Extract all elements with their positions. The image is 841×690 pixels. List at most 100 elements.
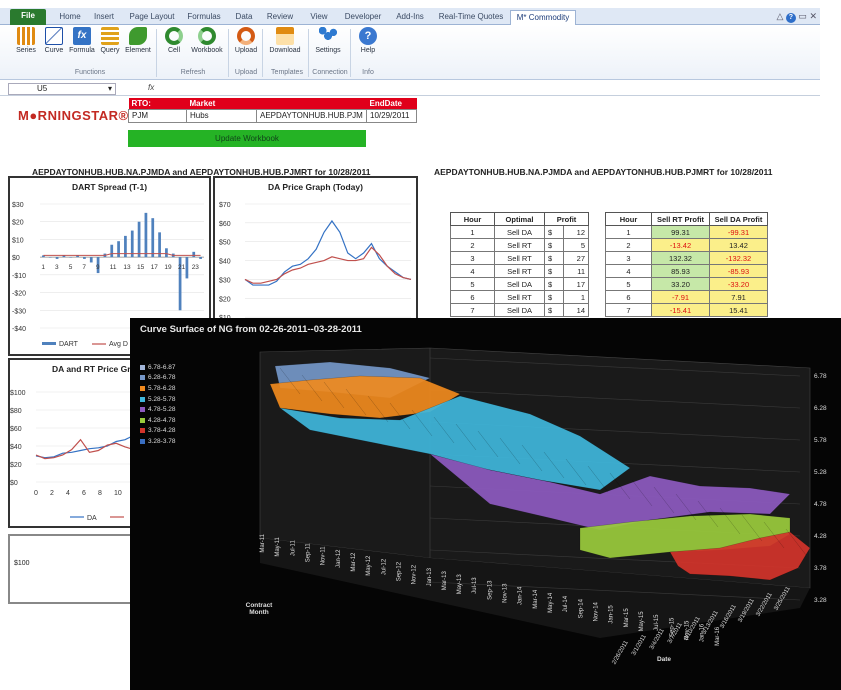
table-cell[interactable]: $ [544,290,564,304]
table-row: 5 Sell DA $17 [450,277,590,291]
table-cell[interactable]: $ [544,264,564,278]
table-cell[interactable]: -15.41 [651,303,710,317]
tab-file[interactable]: File [10,9,46,25]
tab-add-ins[interactable]: Add-Ins [392,10,428,25]
table-cell[interactable]: 7 [450,303,495,317]
tab-review[interactable]: Review [264,10,296,25]
close-icon[interactable]: ✕ [809,11,817,21]
tab-real-time-quotes[interactable]: Real-Time Quotes [436,10,506,25]
table-cell[interactable]: 4 [605,264,652,278]
table-cell[interactable]: Sell RT [494,290,545,304]
table-cell[interactable]: 15.41 [709,303,768,317]
table-cell[interactable]: Sell DA [494,277,545,291]
table-cell[interactable]: 7 [605,303,652,317]
table-row: 1 Sell DA $12 [450,225,590,239]
tab-formulas[interactable]: Formulas [184,10,224,25]
tab-data[interactable]: Data [232,10,256,25]
table-cell[interactable]: 7.91 [709,290,768,304]
restore-icon[interactable]: ▭ [798,11,807,21]
table-cell[interactable]: -33.20 [709,277,768,291]
cell-refresh-button[interactable]: Cell [160,27,188,54]
upload-button[interactable]: Upload [232,27,260,54]
query-button[interactable]: Query [96,27,124,54]
formula-button[interactable]: fx Formula [68,27,96,54]
table-cell[interactable]: 1 [605,225,652,239]
fx-button[interactable]: fx [148,83,154,92]
table-cell[interactable]: 1 [562,290,590,304]
da-rt-price-chart[interactable]: DA and RT Price Gr $100 $80 $60 $40 $20 $0 0 2 4… [8,358,134,528]
tab-m-commodity[interactable]: M* Commodity [510,10,576,25]
profit-table: Hour Optimal Profit 1 Sell DA $12 2 Sell RT $… [450,212,590,317]
table-cell[interactable]: 5 [562,238,590,252]
table-cell[interactable]: 12 [562,225,590,239]
table-cell[interactable]: $ [544,251,564,265]
table-cell[interactable]: -99.31 [709,225,768,239]
table-cell[interactable]: -13.42 [651,238,710,252]
table-cell[interactable]: 17 [562,277,590,291]
table-row: 5 33.20 -33.20 [605,277,768,291]
tab-home[interactable]: Home [56,10,84,25]
table-cell[interactable]: 99.31 [651,225,710,239]
table-cell[interactable]: 11 [562,264,590,278]
table-cell[interactable]: $ [544,277,564,291]
market-cell[interactable]: Hubs [186,108,257,123]
table-cell[interactable]: 13.42 [709,238,768,252]
legend-item: 6.78-6.87 [140,362,175,373]
download-button[interactable]: Download [266,27,304,54]
minimize-ribbon-icon[interactable]: △ [776,11,783,21]
table-cell[interactable]: 27 [562,251,590,265]
formula-label: Formula [69,47,95,54]
series-button[interactable]: Series [12,27,40,54]
curve-surface-chart[interactable]: 6.78 6.28 5.78 5.28 4.78 4.28 3.78 3.28 Mar-11 Ma… [130,318,841,690]
x-tick-label: 9 [96,264,100,271]
x-tick-label: Jul-13 [472,577,478,594]
tab-insert[interactable]: Insert [90,10,118,25]
table-cell[interactable]: 33.20 [651,277,710,291]
update-workbook-button[interactable]: Update Workbook [128,130,366,147]
settings-button[interactable]: Settings [312,27,344,54]
table-row: 4 85.93 -85.93 [605,264,768,278]
table-cell[interactable]: Sell RT [494,238,545,252]
settings-label: Settings [315,47,341,54]
table-cell[interactable]: -132.32 [709,251,768,265]
table-cell[interactable]: 6 [450,290,495,304]
table-cell[interactable]: $ [544,225,564,239]
table-cell[interactable]: Sell DA [494,225,545,239]
table-cell[interactable]: 1 [450,225,495,239]
table-cell[interactable]: 5 [605,277,652,291]
table-cell[interactable]: Sell DA [494,303,545,317]
table-cell[interactable]: 3 [605,251,652,265]
tab-view[interactable]: View [306,10,332,25]
table-row: 1 99.31 -99.31 [605,225,768,239]
table-cell[interactable]: $ [544,238,564,252]
table-cell[interactable]: 5 [450,277,495,291]
workbook-refresh-button[interactable]: Workbook [190,27,224,54]
table-cell[interactable]: 3 [450,251,495,265]
curve-button[interactable]: Curve [40,27,68,54]
table-cell[interactable]: 4 [450,264,495,278]
next-chart[interactable]: $100 [8,534,134,604]
rto-cell[interactable]: PJM [128,108,187,123]
rto-header: RTO: [128,98,187,109]
table-cell[interactable]: 2 [605,238,652,252]
table-cell[interactable]: 85.93 [651,264,710,278]
table-cell[interactable]: 14 [562,303,590,317]
hub-cell[interactable]: AEPDAYTONHUB.HUB.PJM [256,108,367,123]
enddate-cell[interactable]: 10/29/2011 [366,108,417,123]
table-cell[interactable]: 132.32 [651,251,710,265]
name-box[interactable]: U5 ▾ [8,83,116,95]
table-cell[interactable]: Sell RT [494,264,545,278]
table-cell[interactable]: 6 [605,290,652,304]
tab-page-layout[interactable]: Page Layout [126,10,178,25]
table-cell[interactable]: -7.91 [651,290,710,304]
table-cell[interactable]: 2 [450,238,495,252]
table-cell[interactable]: -85.93 [709,264,768,278]
table-cell[interactable]: Sell RT [494,251,545,265]
help-button[interactable]: ? Help [354,27,382,54]
chevron-down-icon[interactable]: ▾ [108,84,112,94]
legend-label: 4.78-5.28 [148,406,176,414]
table-cell[interactable]: $ [544,303,564,317]
element-button[interactable]: Element [124,27,152,54]
tab-developer[interactable]: Developer [340,10,386,25]
help-icon[interactable]: ? [785,13,796,23]
